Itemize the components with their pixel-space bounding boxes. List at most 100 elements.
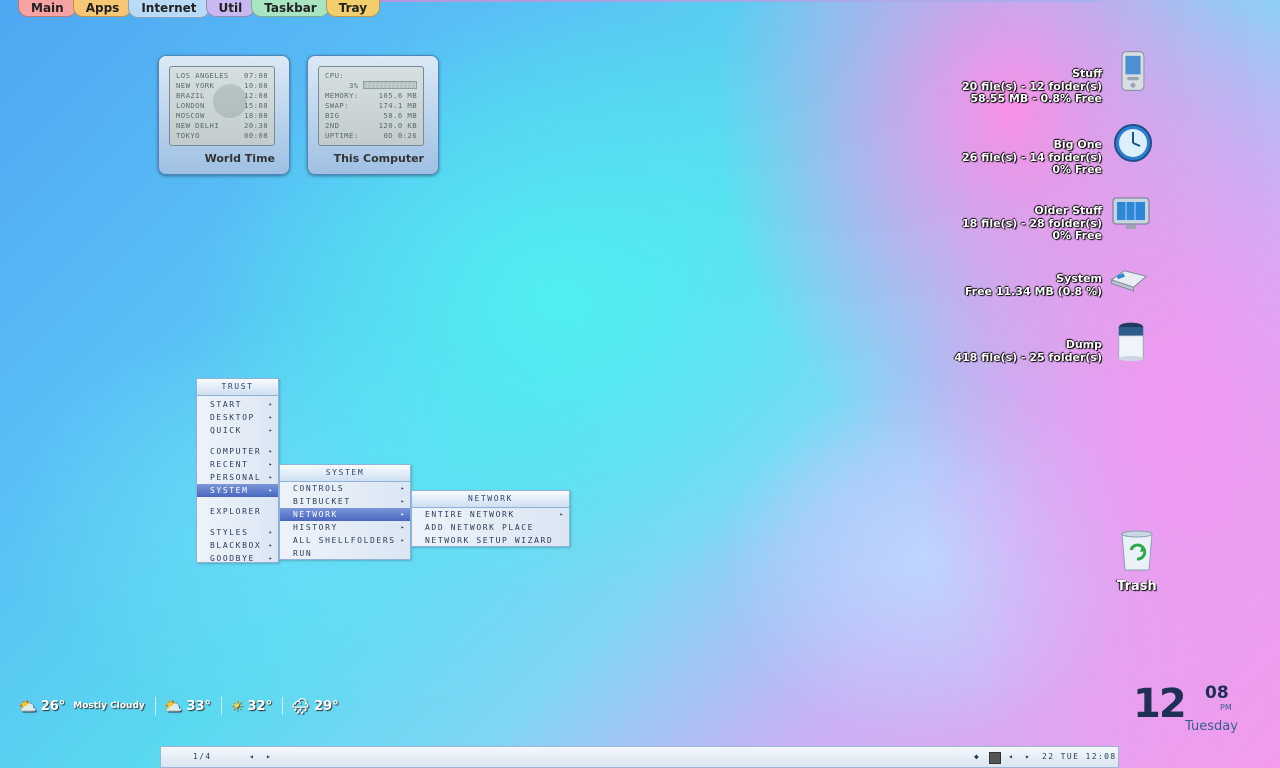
city-time: 00:08	[244, 131, 268, 140]
world-time-row: TOKYO 00:08	[176, 131, 268, 141]
tab-taskbar[interactable]: Taskbar	[251, 0, 330, 17]
stat-row: SWAP: 174.1 MB	[325, 101, 417, 111]
menu-item-goodbye[interactable]: GOODBYE ▸	[197, 552, 278, 565]
drive-name: System	[1056, 272, 1102, 285]
tab-main[interactable]: Main	[18, 0, 77, 17]
clock-day: Tuesday	[1185, 719, 1238, 734]
menu-item-add-network-place[interactable]: ADD NETWORK PLACE	[412, 521, 569, 534]
tray-square-icon[interactable]	[989, 752, 1001, 764]
stat-row: BIG 58.6 MB	[325, 111, 417, 121]
world-time-row: NEW DELHI 20:38	[176, 121, 268, 131]
clock-icon[interactable]	[1112, 122, 1154, 164]
submenu-arrow-icon: ▸	[268, 487, 274, 494]
prev-workspace-icon[interactable]: ◂	[249, 752, 255, 761]
menu-item-styles[interactable]: STYLES ▸	[197, 526, 278, 539]
drive-info: 418 file(s) - 25 folder(s)	[954, 350, 1102, 364]
forecast-day[interactable]: ⛅ 33°	[164, 697, 211, 715]
menu-separator	[197, 518, 278, 526]
drive-older-stuff[interactable]: Older Stuff 18 file(s) - 28 folder(s) 0%…	[962, 204, 1102, 243]
world-time-display: LOS ANGELES 07:08 NEW YORK 10:08 BRAZIL 12:…	[169, 66, 275, 146]
menu-separator	[197, 497, 278, 505]
menu-item-recent[interactable]: RECENT ▸	[197, 458, 278, 471]
stat-row: MEMORY: 105.6 MB	[325, 91, 417, 101]
usb-drive-icon[interactable]	[1108, 258, 1150, 300]
submenu-arrow-icon: ▸	[400, 537, 406, 544]
clock-hour: 12	[1133, 681, 1187, 727]
menu-item-system[interactable]: SYSTEM ▸	[197, 484, 278, 497]
drive-name: Older Stuff	[1034, 204, 1102, 217]
workspace-indicator[interactable]: 1/4	[193, 752, 212, 761]
next-workspace-icon[interactable]: ▸	[266, 752, 272, 761]
menu-title: SYSTEM	[280, 465, 410, 482]
menu-separator	[197, 437, 278, 445]
menu-item-bitbucket[interactable]: BITBUCKET ▸	[280, 495, 410, 508]
this-computer-widget[interactable]: CPU: 3% MEMORY: 105.6 MB SWAP: 174.1 MB BI…	[307, 55, 439, 175]
stat-value: 105.6 MB	[378, 91, 417, 100]
monitor-icon[interactable]	[1110, 192, 1152, 234]
trash-label: Trash	[1117, 579, 1157, 594]
diamond-icon[interactable]: ◆	[974, 752, 980, 761]
menu-item-network[interactable]: NETWORK ▸	[280, 508, 410, 521]
submenu-arrow-icon: ▸	[400, 498, 406, 505]
cpu-value: 3%	[349, 81, 359, 90]
drive-system[interactable]: System Free 11.34 MB (0.8 %)	[964, 272, 1102, 298]
drive-dump[interactable]: Dump 418 file(s) - 25 folder(s)	[954, 338, 1102, 364]
menu-item-entire-network[interactable]: ENTIRE NETWORK ▸	[412, 508, 569, 521]
tab-util[interactable]: Util	[205, 0, 256, 17]
stat-key: SWAP:	[325, 101, 349, 110]
stat-key: 2ND	[325, 121, 340, 130]
submenu-arrow-icon: ▸	[400, 485, 406, 492]
menu-item-personal[interactable]: PERSONAL ▸	[197, 471, 278, 484]
menu-item-run[interactable]: RUN	[280, 547, 410, 560]
submenu-arrow-icon: ▸	[268, 542, 274, 549]
bin-icon[interactable]	[1110, 320, 1152, 362]
menu-item-explorer[interactable]: EXPLORER	[197, 505, 278, 518]
divider	[221, 697, 223, 715]
stat-row: 2ND 120.0 KB	[325, 121, 417, 131]
pda-icon[interactable]	[1112, 50, 1154, 92]
prev-task-icon[interactable]: ◂	[1008, 752, 1014, 761]
tab-internet[interactable]: Internet	[128, 0, 210, 18]
top-accent-line	[345, 0, 1100, 2]
drive-name: Dump	[1065, 338, 1102, 351]
city-name: LOS ANGELES	[176, 71, 229, 80]
bottom-toolbar: 1/4 ◂ ▸ ◆ ◂ ▸ 22 TUE 12:08	[160, 746, 1119, 768]
menu-item-computer[interactable]: COMPUTER ▸	[197, 445, 278, 458]
menu-item-history[interactable]: HISTORY ▸	[280, 521, 410, 534]
tab-tray[interactable]: Tray	[325, 0, 381, 17]
drive-big-one[interactable]: Big One 26 file(s) - 14 folder(s) 0% Fre…	[962, 138, 1102, 177]
forecast-temp: 33°	[186, 698, 212, 714]
stat-value: 174.1 MB	[378, 101, 417, 110]
drive-stuff[interactable]: Stuff 20 file(s) - 12 folder(s) 58.55 MB…	[962, 67, 1102, 106]
cpu-row: CPU:	[325, 71, 417, 81]
city-time: 07:08	[244, 71, 268, 80]
trash-icon[interactable]	[1114, 526, 1160, 574]
forecast-day[interactable]: ☀ 32°	[230, 697, 272, 715]
menu-item-network-setup-wizard[interactable]: NETWORK SETUP WIZARD	[412, 534, 569, 547]
city-name: LONDON	[176, 101, 205, 110]
drive-space: 0% Free	[1052, 163, 1102, 176]
menu-item-all-shellfolders[interactable]: ALL SHELLFOLDERS ▸	[280, 534, 410, 547]
menu-item-quick[interactable]: QUICK ▸	[197, 424, 278, 437]
submenu-arrow-icon: ▸	[268, 448, 274, 455]
cpu-graph-row: 3%	[325, 81, 417, 91]
drive-space: 58.55 MB - 0.8% Free	[970, 92, 1102, 105]
forecast-day[interactable]: 🌧 29°	[291, 697, 339, 715]
stat-value: 0D 0:26	[383, 131, 417, 140]
next-task-icon[interactable]: ▸	[1025, 752, 1031, 761]
submenu-arrow-icon: ▸	[400, 524, 406, 531]
menu-item-controls[interactable]: CONTROLS ▸	[280, 482, 410, 495]
world-time-widget[interactable]: LOS ANGELES 07:08 NEW YORK 10:08 BRAZIL 12:…	[158, 55, 290, 175]
menu-item-start[interactable]: START ▸	[197, 398, 278, 411]
cpu-graph	[362, 81, 417, 89]
trust-menu: TRUST START ▸ DESKTOP ▸ QUICK ▸ COMPUTER ▸ R…	[196, 378, 279, 563]
submenu-arrow-icon: ▸	[400, 511, 406, 518]
drive-info: Free 11.34 MB (0.8 %)	[964, 284, 1102, 298]
menu-item-desktop[interactable]: DESKTOP ▸	[197, 411, 278, 424]
tab-apps[interactable]: Apps	[72, 0, 133, 17]
partly-cloudy-icon: ⛅	[163, 697, 183, 715]
drive-space: 0% Free	[1052, 229, 1102, 242]
menu-item-blackbox[interactable]: BLACKBOX ▸	[197, 539, 278, 552]
weather-current[interactable]: ⛅ 26° Mostly Cloudy	[18, 697, 145, 715]
forecast-temp: 32°	[247, 698, 273, 714]
